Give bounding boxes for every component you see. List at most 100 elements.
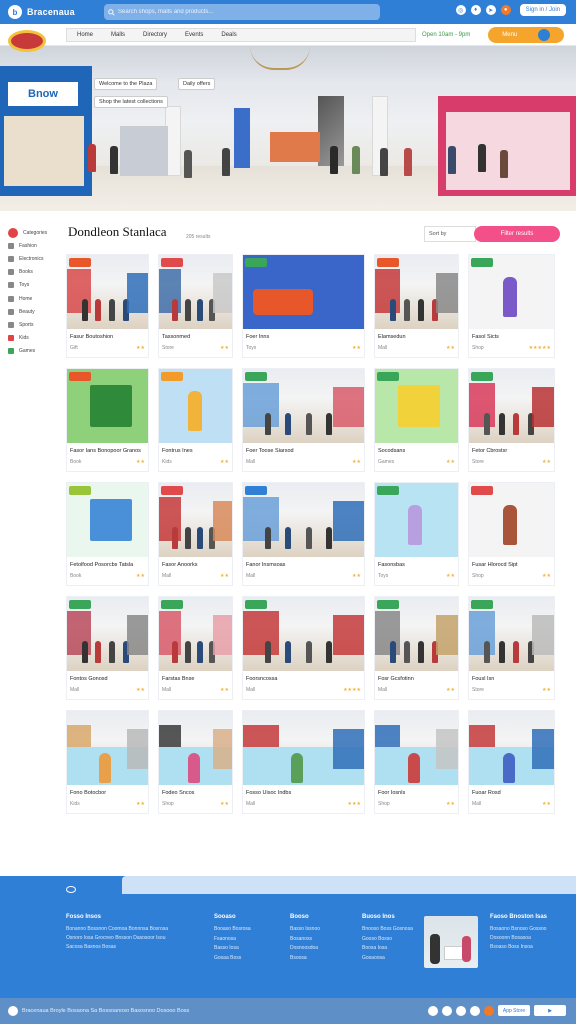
hero-tag[interactable]: Daily offers	[178, 78, 216, 90]
footer-link[interactable]: Fsaonosa	[214, 935, 251, 945]
signin-button[interactable]: Sign in / Join	[519, 4, 566, 16]
sort-dropdown[interactable]: Sort by	[424, 226, 476, 242]
product-title: Fodeo Sncos	[162, 790, 195, 796]
hero-tag[interactable]: Shop the latest collections	[94, 96, 168, 108]
search-input[interactable]	[118, 9, 368, 15]
product-card[interactable]: Fetolfood Posorcbs Tatsla Book ★★	[66, 482, 149, 586]
nav-item-home[interactable]: Home	[77, 32, 93, 38]
nav-item-malls[interactable]: Malls	[111, 32, 125, 38]
notification-icon[interactable]: ♦	[470, 5, 481, 15]
footer-link[interactable]: Bsoosa	[290, 954, 320, 964]
rating-stars: ★★	[220, 687, 229, 693]
kids-icon	[8, 335, 14, 342]
sidebar-item-beauty[interactable]: Beauty	[8, 305, 62, 318]
product-card[interactable]: Fasonsbas Toys ★★	[374, 482, 459, 586]
mall-logo-icon[interactable]	[8, 30, 46, 52]
sidebar-item-books[interactable]: Books	[8, 266, 62, 279]
product-card[interactable]: Tassonmed Store ★★	[158, 254, 233, 358]
store-sign: Bnow	[8, 82, 78, 106]
sidebar-item-electronics[interactable]: Electronics	[8, 252, 62, 265]
product-thumbnail	[375, 369, 458, 443]
google-play-button[interactable]: ▶	[534, 1005, 566, 1016]
footer-link[interactable]: Booaso Bosrosa	[214, 925, 251, 935]
product-title: Fousl Isn	[472, 676, 495, 682]
footer-link[interactable]: Gooso Bosso	[362, 935, 413, 945]
product-meta: Store ★★	[472, 687, 551, 693]
product-card[interactable]: Fasol Sicts Shop ★★★★★	[468, 254, 555, 358]
product-card[interactable]: Foer Inns Toys ★★	[242, 254, 365, 358]
footer-link[interactable]: Bnooso Boss Gosnosa	[362, 925, 413, 935]
filter-button[interactable]: Filter results	[474, 226, 560, 242]
product-card[interactable]: Fuoar Rosd Mall ★★	[468, 710, 555, 814]
category-badge	[69, 372, 91, 381]
product-card[interactable]: Fosr Gcsfotinn Mall ★★	[374, 596, 459, 700]
brand-logo-icon[interactable]: b	[8, 5, 22, 19]
product-card[interactable]: Socodsans Games ★★	[374, 368, 459, 472]
menu-pill-button[interactable]: Menu	[488, 27, 564, 43]
sidebar-item-categories[interactable]: Categories	[8, 226, 62, 239]
category-badge	[471, 600, 493, 609]
product-card[interactable]: Fousl Isn Store ★★	[468, 596, 555, 700]
nav-item-deals[interactable]: Deals	[221, 32, 236, 38]
product-card[interactable]: Foor Iosnls Shop ★★	[374, 710, 459, 814]
product-card[interactable]: Fontos Gonosd Mall ★★	[66, 596, 149, 700]
globe-icon[interactable]: ◎	[455, 5, 466, 15]
footer-link[interactable]: Bosanoss	[290, 935, 320, 945]
product-card[interactable]: Fono Botocbor Kids ★★	[66, 710, 149, 814]
youtube-icon[interactable]	[470, 1005, 480, 1016]
product-meta: Shop ★★	[378, 801, 455, 807]
sidebar-item-home[interactable]: Home	[8, 292, 62, 305]
product-card[interactable]: Foorsncossa Mall ★★★★	[242, 596, 365, 700]
footer-link[interactable]: Gosaoosa	[362, 954, 413, 964]
brand-name[interactable]: Bracenaua	[27, 7, 75, 17]
shopper-figure	[498, 641, 505, 663]
product-card[interactable]: Fontrus Ines Kids ★★	[158, 368, 233, 472]
category-badge	[161, 486, 183, 495]
app-store-button[interactable]: App Store	[498, 1005, 530, 1016]
product-card[interactable]: Fasor Anoorks Mall ★★	[158, 482, 233, 586]
instagram-icon[interactable]	[456, 1005, 466, 1016]
top-bar: b Bracenaua ◎ ♦ ➤ ● Sign in / Join	[0, 0, 576, 24]
twitter-icon[interactable]	[442, 1005, 452, 1016]
product-card[interactable]: Foer Toose Siarsod Mall ★★	[242, 368, 365, 472]
product-card[interactable]: Fetor Cbrostsr Store ★★	[468, 368, 555, 472]
footer-link[interactable]: Gosaa Boss	[214, 954, 251, 964]
facebook-icon[interactable]	[428, 1005, 438, 1016]
share-icon[interactable]: ➤	[485, 5, 496, 15]
product-thumbnail	[159, 597, 232, 671]
nav-item-directory[interactable]: Directory	[143, 32, 167, 38]
product-card[interactable]: Elamsedun Mall ★★	[374, 254, 459, 358]
search-bar[interactable]	[104, 4, 380, 20]
product-category: Shop	[162, 801, 174, 807]
sidebar-item-kids[interactable]: Kids	[8, 332, 62, 345]
product-card[interactable]: Fasor Ians Bonopoor Granos Book ★★	[66, 368, 149, 472]
footer-link[interactable]: Basso Iosa	[214, 944, 251, 954]
product-card[interactable]: Fanor Insmsoas Mall ★★	[242, 482, 365, 586]
product-card[interactable]: Fusar Hlorocd Sipt Shop ★★	[468, 482, 555, 586]
product-card[interactable]: Fasur Boutoshion Gift ★★	[66, 254, 149, 358]
product-card[interactable]: Fodeo Sncos Shop ★★	[158, 710, 233, 814]
product-card[interactable]: Farstas Bnse Mall ★★	[158, 596, 233, 700]
rating-stars: ★★	[352, 459, 361, 465]
sidebar-item-sports[interactable]: Sports	[8, 318, 62, 331]
user-avatar-icon[interactable]: ●	[500, 5, 511, 15]
footer-link[interactable]: Dosnoosdoa	[290, 944, 320, 954]
nav-item-events[interactable]: Events	[185, 32, 203, 38]
shopper-figure	[418, 299, 425, 321]
sidebar-item-games[interactable]: Games	[8, 345, 62, 358]
toy-illustration	[375, 747, 458, 785]
sidebar-item-fashion[interactable]: Fashion	[8, 239, 62, 252]
rss-icon[interactable]	[484, 1005, 494, 1016]
product-category: Mall	[378, 345, 388, 351]
product-title: Fasor Anoorks	[162, 562, 198, 568]
category-badge	[471, 372, 493, 381]
main-nav: Home Malls Directory Events Deals Open 1…	[0, 24, 576, 52]
hero-tag[interactable]: Welcome to the Plaza	[94, 78, 158, 90]
footer-link[interactable]: Basso Issnoo	[290, 925, 320, 935]
footer-link[interactable]: Boosa Iosa	[362, 944, 413, 954]
product-card[interactable]: Fosso Uisoc Indbs Mall ★★★	[242, 710, 365, 814]
product-thumbnail	[67, 369, 148, 443]
electronics-icon	[8, 255, 14, 262]
cartoon-figure	[89, 499, 132, 541]
sidebar-item-toys[interactable]: Toys	[8, 279, 62, 292]
